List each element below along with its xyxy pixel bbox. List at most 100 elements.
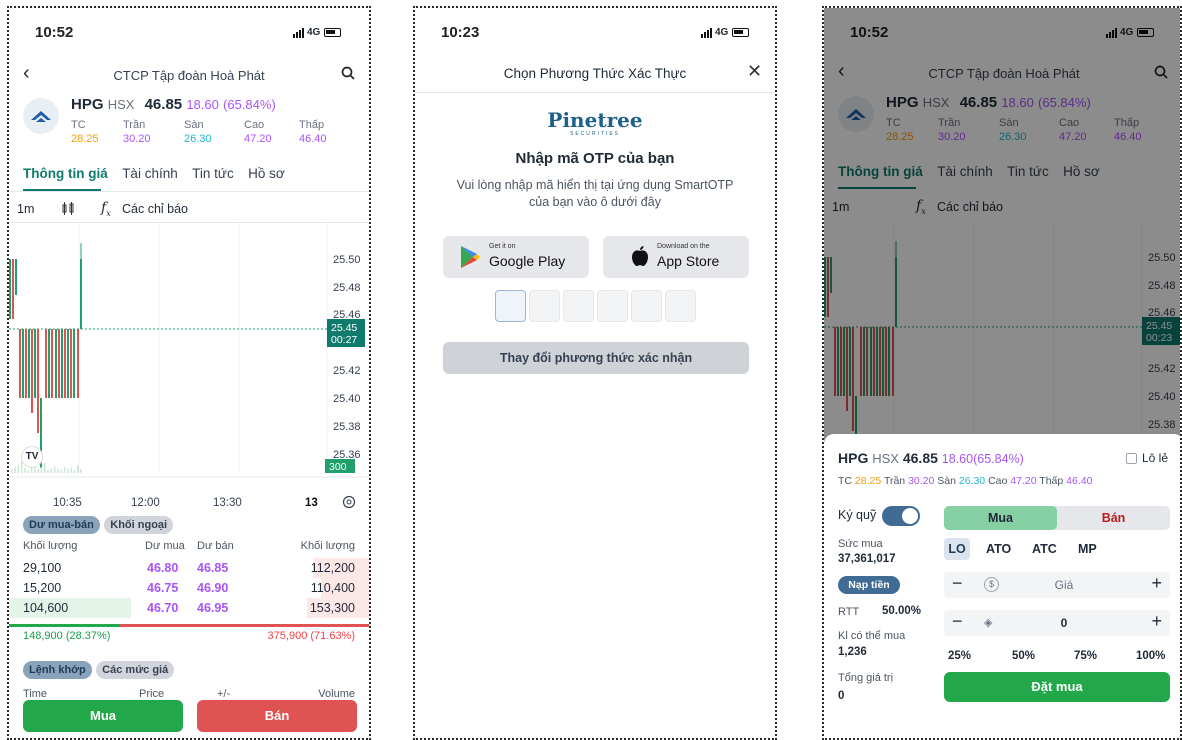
margin-label: Ký quỹ [838, 508, 877, 522]
place-order-button[interactable]: Đặt mua [944, 672, 1170, 702]
orderbook-row[interactable]: 15,200 46.75 46.90 110,400 [9, 578, 369, 598]
battery-icon [732, 28, 750, 37]
price-tick-label: 25.38 [333, 421, 361, 433]
margin-toggle[interactable] [882, 506, 920, 526]
ask-volume: 153,300 [309, 601, 355, 615]
volume-bar [53, 466, 56, 473]
candle-bar [12, 259, 14, 319]
label-san: Sàn [184, 119, 204, 131]
price-change: 18.60 [186, 97, 219, 112]
otp-heading: Nhập mã OTP của bạn [515, 150, 675, 167]
price-decrease-icon[interactable]: − [952, 573, 963, 594]
otp-digit-3[interactable] [563, 290, 594, 322]
orderbook-tabs: Dư mua-bán Khối ngoại [23, 515, 174, 534]
orderbook-row[interactable]: 29,100 46.80 46.85 112,200 [9, 558, 369, 578]
phone-otp: 10:23 4G Chọn Phương Thức Xác Thực ✕ Pin… [413, 6, 777, 740]
buying-power-label: Sức mua [838, 538, 883, 550]
candle-bar [64, 329, 66, 398]
quantity-stepper: − ◈ 0 + [944, 610, 1170, 636]
otp-digit-4[interactable] [597, 290, 628, 322]
google-small-text: Get it on [489, 243, 516, 250]
otp-digit-1[interactable] [495, 290, 526, 322]
side-tabs: Mua Bán [944, 506, 1170, 530]
indicators-button[interactable]: Các chỉ báo [122, 202, 188, 216]
close-icon[interactable]: ✕ [747, 61, 762, 82]
toggle-knob [902, 508, 918, 524]
signal-icon [701, 27, 712, 38]
candle-bar [51, 329, 53, 398]
sheet-change: 18.60(65.84%) [941, 452, 1024, 466]
layers-icon: ◈ [984, 617, 993, 629]
battery-icon [324, 28, 342, 37]
header-change: +/- [217, 688, 231, 700]
candle-bar [77, 329, 79, 398]
status-icons: 4G [293, 27, 342, 38]
header-price: Price [139, 688, 165, 700]
tab-news[interactable]: Tin tức [192, 166, 234, 181]
tab-buy[interactable]: Mua [944, 506, 1057, 530]
volume-bar [67, 469, 69, 473]
qty-increase-icon[interactable]: + [1151, 611, 1162, 632]
quantity-input[interactable]: 0 [1004, 616, 1124, 630]
date-label: 13 [305, 497, 318, 509]
candlestick-chart[interactable]: 25.5025.4825.4625.4225.4025.3825.3625.45… [9, 223, 369, 513]
search-icon[interactable] [341, 66, 355, 85]
otp-description-1: Vui lòng nhập mã hiển thị tại ứng dụng S… [456, 178, 734, 192]
sheet-price: 46.85 [902, 450, 938, 466]
otp-digit-6[interactable] [665, 290, 696, 322]
deposit-button[interactable]: Nạp tiền [838, 576, 900, 594]
brand-logo: Pinetree [547, 108, 643, 132]
buy-button[interactable]: Mua [23, 700, 183, 732]
price-input[interactable]: Giá [1004, 578, 1124, 592]
header-bid-volume: Khối lượng [23, 540, 78, 552]
tab-sell[interactable]: Bán [1057, 506, 1170, 530]
odd-lot-checkbox[interactable] [1126, 453, 1137, 464]
orderbook-row[interactable]: 104,600 46.70 46.95 153,300 [9, 598, 369, 618]
pill-price-levels[interactable]: Các mức giá [96, 661, 175, 679]
phone-order: 10:52 4G ‹ CTCP Tập đoàn Hoà Phát HPG HS… [822, 6, 1182, 740]
volume-bar [57, 469, 59, 473]
qty-decrease-icon[interactable]: − [952, 611, 963, 632]
interval-button[interactable]: 1m [17, 202, 34, 216]
order-type-lo[interactable]: LO [944, 538, 970, 560]
otp-title: Chọn Phương Thức Xác Thực [503, 66, 687, 81]
tab-finance[interactable]: Tài chính [122, 166, 178, 181]
app-store-button[interactable]: Download on the App Store [603, 236, 749, 278]
pill-bid-ask[interactable]: Dư mua-bán [23, 516, 100, 534]
order-type-atc[interactable]: ATC [1032, 542, 1057, 556]
pill-matched[interactable]: Lệnh khớp [23, 661, 92, 679]
candle-bar [28, 329, 30, 398]
sum-thap-label: Thấp [1039, 475, 1064, 487]
sheet-exchange: HSX [872, 451, 899, 466]
change-method-button[interactable]: Thay đổi phương thức xác nhận [443, 342, 749, 374]
header-time: Time [23, 688, 48, 700]
price-increase-icon[interactable]: + [1151, 573, 1162, 594]
candle-type-icon[interactable] [61, 201, 75, 221]
price-line: HPG HSX 46.85 18.60 (65.84%) [71, 96, 276, 113]
settings-icon [342, 495, 356, 509]
percent-25[interactable]: 25% [948, 650, 971, 662]
status-time: 10:52 [35, 24, 74, 41]
otp-digit-2[interactable] [529, 290, 560, 322]
pill-foreign[interactable]: Khối ngoại [104, 516, 174, 534]
candle-bar [55, 329, 57, 398]
function-icon[interactable]: fx [101, 200, 111, 218]
sell-button[interactable]: Bán [197, 700, 357, 732]
back-icon[interactable]: ‹ [23, 62, 30, 85]
order-type-mp[interactable]: MP [1078, 542, 1097, 556]
ask-price: 46.95 [197, 601, 229, 615]
bid-price: 46.80 [147, 561, 179, 575]
tab-bar: Thông tin giá Tài chính Tin tức Hồ sơ [23, 165, 295, 183]
tradingview-logo: TV [21, 446, 43, 468]
tab-price-info[interactable]: Thông tin giá [23, 166, 108, 181]
percent-50[interactable]: 50% [1012, 650, 1035, 662]
network-label: 4G [715, 27, 729, 38]
percent-75[interactable]: 75% [1074, 650, 1097, 662]
status-time: 10:23 [441, 24, 480, 41]
google-play-icon [461, 246, 480, 268]
tab-profile[interactable]: Hồ sơ [248, 166, 285, 181]
percent-100[interactable]: 100% [1136, 650, 1165, 662]
order-type-ato[interactable]: ATO [986, 542, 1011, 556]
google-play-button[interactable]: Get it on Google Play [443, 236, 589, 278]
otp-digit-5[interactable] [631, 290, 662, 322]
